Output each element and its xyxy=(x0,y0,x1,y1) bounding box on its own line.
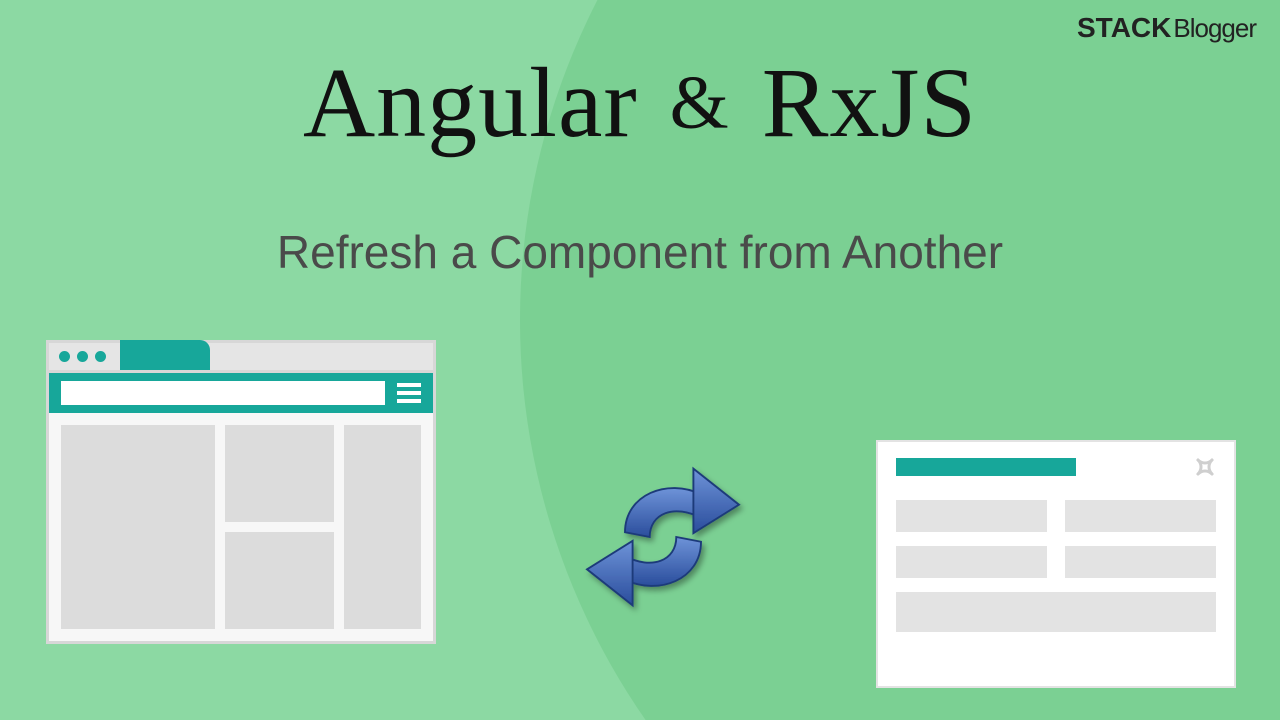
component-panel-illustration xyxy=(876,440,1236,688)
browser-toolbar xyxy=(49,373,433,413)
browser-window-illustration xyxy=(46,340,436,644)
panel-title-bar xyxy=(896,458,1076,476)
window-dot xyxy=(59,351,70,362)
brand-blogger: Blogger xyxy=(1173,13,1256,43)
panel-cell xyxy=(1065,500,1216,532)
panel-cell xyxy=(1065,546,1216,578)
content-block xyxy=(225,425,335,522)
url-bar xyxy=(61,381,385,405)
window-controls xyxy=(59,351,106,362)
title-word-rxjs: RxJS xyxy=(762,47,977,158)
hamburger-icon xyxy=(397,383,421,403)
content-block xyxy=(225,532,335,629)
panel-cell-wide xyxy=(896,592,1216,632)
content-block xyxy=(61,425,215,629)
subtitle: Refresh a Component from Another xyxy=(0,225,1280,279)
title-ampersand: & xyxy=(670,61,730,145)
content-block xyxy=(344,425,421,629)
panel-cell xyxy=(896,500,1047,532)
panel-body xyxy=(896,500,1216,632)
hero-graphic: STACKBlogger Angular & RxJS Refresh a Co… xyxy=(0,0,1280,720)
browser-body xyxy=(49,413,433,641)
window-dot xyxy=(95,351,106,362)
browser-tab xyxy=(120,340,210,370)
panel-cell xyxy=(896,546,1047,578)
close-icon xyxy=(1194,456,1216,478)
brand-logo: STACKBlogger xyxy=(1077,12,1256,44)
browser-titlebar xyxy=(49,343,433,373)
title-word-angular: Angular xyxy=(303,47,638,158)
sync-arrows-icon xyxy=(568,442,758,632)
panel-header xyxy=(896,456,1216,478)
window-dot xyxy=(77,351,88,362)
brand-stack: STACK xyxy=(1077,12,1171,43)
main-title: Angular & RxJS xyxy=(0,45,1280,160)
